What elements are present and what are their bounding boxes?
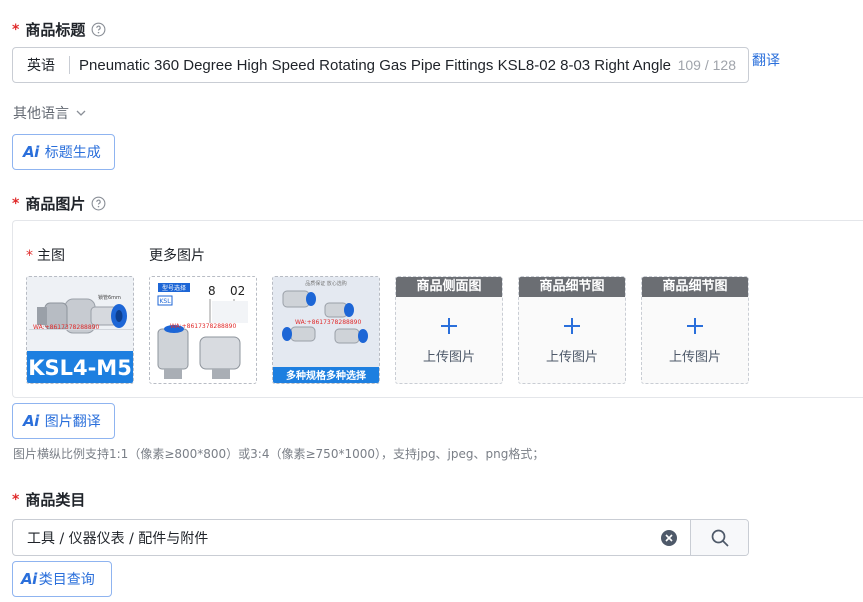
help-icon[interactable] — [91, 196, 106, 211]
plus-icon — [441, 318, 457, 334]
upload-slot-title: 商品细节图 — [519, 277, 625, 297]
image-label-text: 商品图片 — [25, 194, 86, 213]
char-counter: 109 / 128 — [677, 57, 736, 73]
image-field-label: * 商品图片 — [12, 193, 106, 213]
upload-slot-text: 上传图片 — [668, 350, 721, 365]
required-asterisk: * — [26, 248, 33, 264]
plus-icon — [687, 318, 703, 334]
upload-slot-text: 上传图片 — [545, 350, 598, 365]
language-prefix[interactable]: 英语 — [13, 55, 69, 75]
ai-title-generate-label: 标题生成 — [44, 145, 101, 161]
title-input-value[interactable]: Pneumatic 360 Degree High Speed Rotating… — [70, 57, 672, 74]
translate-link[interactable]: 翻译 — [752, 50, 780, 70]
search-icon — [711, 529, 729, 547]
ai-category-query-label: 类目查询 — [38, 572, 95, 588]
product-photo-variety: 品质保证 放心选购 WA:+8617378288890 多种规格多种选择 — [273, 277, 379, 383]
category-field-label: * 商品类目 — [12, 489, 85, 509]
more-images-label: 更多图片 — [149, 248, 205, 264]
upload-slot-detail-1[interactable]: 商品细节图 上传图片 — [518, 276, 626, 384]
variety-top-text: 品质保证 放心选购 — [305, 280, 347, 287]
category-search-button[interactable] — [690, 520, 748, 555]
other-languages-toggle[interactable]: 其他语言 — [13, 103, 87, 123]
spec-code-2: 8 — [208, 284, 216, 298]
title-field-label: * 商品标题 — [12, 19, 106, 39]
required-asterisk: * — [12, 492, 20, 508]
main-image-label-text: 主图 — [37, 248, 65, 264]
help-icon[interactable] — [91, 22, 106, 37]
category-input[interactable]: 工具 / 仪器仪表 / 配件与附件 — [12, 519, 749, 556]
variety-banner: 多种规格多种选择 — [286, 369, 367, 382]
title-input[interactable]: 英语 Pneumatic 360 Degree High Speed Rotat… — [12, 47, 749, 83]
required-asterisk: * — [12, 22, 20, 38]
ai-icon: Ai — [23, 143, 39, 161]
upload-slot-text: 上传图片 — [422, 350, 475, 365]
ai-category-query-button[interactable]: Ai 类目查询 — [12, 561, 112, 597]
upload-slot-detail-2[interactable]: 商品细节图 上传图片 — [641, 276, 749, 384]
spec-code-3: 02 — [230, 284, 245, 298]
product-photo-spec: 型号选择 KSL 8 02 WA:+8617378288890 — [150, 277, 256, 383]
image-format-hint: 图片横纵比例支持1:1（像素≥800*800）或3:4（像素≥750*1000）… — [13, 447, 545, 461]
clear-icon[interactable] — [660, 529, 678, 547]
variety-watermark: WA:+8617378288890 — [295, 319, 361, 326]
other-languages-label: 其他语言 — [13, 106, 69, 122]
product-photo-main: 锁管6mm WA:+8617378288890 KSL4-M5 — [27, 277, 133, 383]
category-input-value[interactable]: 工具 / 仪器仪表 / 配件与附件 — [13, 528, 660, 548]
upload-slot-side[interactable]: 商品侧面图 上传图片 — [395, 276, 503, 384]
chevron-down-icon — [76, 110, 86, 116]
spec-tag: 型号选择 — [162, 284, 186, 292]
main-image-caption: KSL4-M5 — [28, 356, 132, 380]
upload-slot-title: 商品侧面图 — [396, 277, 502, 297]
spec-code-1: KSL — [159, 298, 171, 305]
ai-title-generate-button[interactable]: Ai 标题生成 — [12, 134, 115, 170]
category-label-text: 商品类目 — [25, 490, 86, 509]
ai-image-translate-button[interactable]: Ai 图片翻译 — [12, 403, 115, 439]
main-image-label: * 主图 — [26, 245, 65, 265]
more-image-thumb-1[interactable]: 型号选择 KSL 8 02 WA:+8617378288890 — [149, 276, 257, 384]
spec-watermark: WA:+8617378288890 — [170, 323, 236, 330]
main-image-watermark: WA:+8617378288890 — [33, 324, 99, 331]
required-asterisk: * — [12, 196, 20, 212]
main-image-thumb[interactable]: 锁管6mm WA:+8617378288890 KSL4-M5 — [26, 276, 134, 384]
upload-slot-title: 商品细节图 — [642, 277, 748, 297]
ai-icon: Ai — [23, 412, 39, 430]
ai-image-translate-label: 图片翻译 — [44, 414, 101, 430]
ai-icon: Ai — [21, 570, 37, 588]
plus-icon — [564, 318, 580, 334]
title-label-text: 商品标题 — [25, 20, 86, 39]
main-image-tag: 锁管6mm — [98, 294, 121, 301]
more-image-thumb-2[interactable]: 品质保证 放心选购 WA:+8617378288890 多种规格多种选择 — [272, 276, 380, 384]
